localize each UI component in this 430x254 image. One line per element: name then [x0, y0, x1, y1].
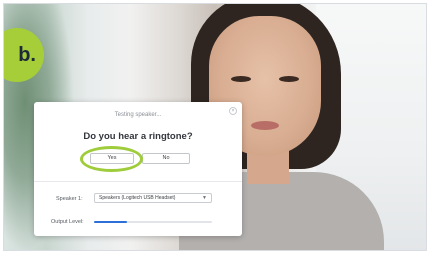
- speaker-test-dialog: Testing speaker... × Do you hear a ringt…: [34, 102, 242, 236]
- dialog-divider: [34, 181, 242, 182]
- speaker-select-value: Speakers (Logitech USB Headset): [99, 195, 176, 201]
- participant-eye-right: [279, 76, 299, 82]
- dialog-title: Testing speaker...: [114, 112, 162, 118]
- yes-highlight-ring: [80, 146, 143, 172]
- output-level-meter: [94, 221, 212, 223]
- ringtone-question: Do you hear a ringtone?: [83, 131, 193, 142]
- step-badge-label: b.: [18, 43, 36, 66]
- chevron-down-icon: ▼: [202, 195, 207, 201]
- speaker-label: Speaker 1:: [56, 196, 83, 202]
- participant-eye-left: [231, 76, 251, 82]
- no-button[interactable]: No: [142, 153, 190, 164]
- output-level-fill: [94, 221, 128, 223]
- screenshot-frame: b. Testing speaker... × Do you hear a ri…: [3, 3, 427, 251]
- close-icon[interactable]: ×: [229, 107, 237, 115]
- output-level-label: Output Level:: [51, 219, 84, 225]
- speaker-select[interactable]: Speakers (Logitech USB Headset) ▼: [94, 193, 212, 203]
- participant-lips: [251, 121, 279, 130]
